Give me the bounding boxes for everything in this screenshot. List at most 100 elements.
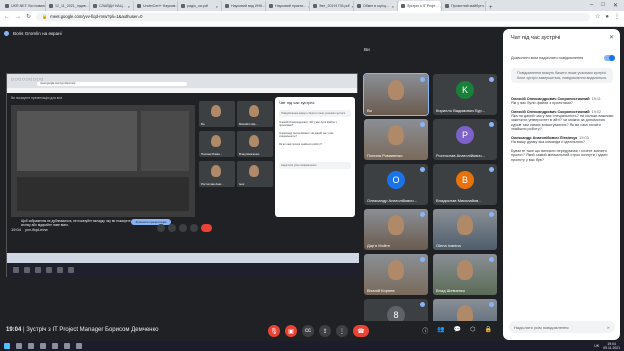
mic-status-icon xyxy=(489,167,494,172)
address-bar-row: ← → ↻ 🔒 meet.google.com/yvv-fiqd-mrw?pli… xyxy=(0,11,624,22)
shared-chat-panel: Чат під час зустрічі Повідомлення можуть… xyxy=(275,97,355,217)
shared-more-icon xyxy=(190,224,198,232)
shared-tabs: ▢ ▢ ▢ ▢ ▢ ▢ ▢ ▢ ▢ xyxy=(11,77,44,81)
browser-tab[interactable]: Науковий практи...× xyxy=(266,1,310,11)
word-icon[interactable] xyxy=(64,343,70,349)
message-text: На вашу думку яка команда є ідеальною? xyxy=(511,139,585,144)
face xyxy=(388,125,404,145)
browser-tab[interactable]: Науковий вид ИНК...× xyxy=(222,1,266,11)
shared-browser-top: ▢ ▢ ▢ ▢ ▢ ▢ ▢ ▢ ▢ meet.google.com/yvv-fi… xyxy=(7,74,357,88)
sender-name: Олексій Олександрович Скоропостижний xyxy=(511,109,590,114)
shared-meet: Ви показуєте презентацію для всіх Щоб зо… xyxy=(7,93,359,253)
mic-status-icon xyxy=(420,122,425,127)
shared-face xyxy=(211,135,221,147)
browser-tab[interactable]: Зустріч з IT Proje...× xyxy=(398,1,442,11)
chat-input[interactable]: Надіслати усім повідомлення ➤ xyxy=(509,321,615,333)
os-taskbar: UK 19:04 09.11.2021 xyxy=(0,341,624,351)
maximize-icon[interactable]: □ xyxy=(601,2,605,9)
windows-start-icon[interactable] xyxy=(4,343,10,349)
participant-tile[interactable]: P Ростислав Анатолійович... xyxy=(433,119,497,160)
profile-icon[interactable]: ● xyxy=(605,14,609,20)
back-icon[interactable]: ← xyxy=(4,14,10,20)
browser-tab[interactable]: Проєктний майбутн...× xyxy=(442,1,486,11)
language-indicator[interactable]: UK xyxy=(594,344,599,348)
chat-message: Буваєте таке що виникли передумови і хоч… xyxy=(511,149,615,163)
participant-tile[interactable]: Дар'я Мойте xyxy=(364,209,428,250)
lock-meeting-icon[interactable]: 🔒 xyxy=(485,326,492,335)
chat-icon[interactable]: 💬 xyxy=(454,326,461,335)
shared-participant-tile: Ви xyxy=(199,101,235,127)
participant-tile[interactable]: Olena Ivanina xyxy=(433,209,497,250)
people-icon[interactable]: 👥 xyxy=(437,326,444,335)
info-icon[interactable]: ⓘ xyxy=(422,326,428,335)
participant-tile[interactable]: Полина Романенко xyxy=(364,119,428,160)
browser-tab[interactable]: UnderCert+ Наукові...× xyxy=(134,1,178,11)
face xyxy=(388,80,404,100)
participant-tile[interactable]: Віталій Корнев xyxy=(364,254,428,295)
avatar: B xyxy=(456,171,474,189)
favicon-icon xyxy=(357,4,361,8)
avatar: K xyxy=(456,81,474,99)
end-call-icon: ☎ xyxy=(357,328,365,335)
forward-icon[interactable]: → xyxy=(15,14,21,20)
end-call-button[interactable]: ☎ xyxy=(353,325,369,337)
browser-tab[interactable]: СЛАЙДИ НАЦ... × xyxy=(90,1,134,11)
star-icon[interactable]: ☆ xyxy=(595,13,600,20)
captions-button[interactable]: cc xyxy=(302,325,314,337)
mic-status-icon xyxy=(489,122,494,127)
mic-status-icon xyxy=(489,77,494,82)
tab-title: радіо_ua.pdf xyxy=(187,4,208,8)
participant-tile[interactable]: K Кирилло Вадимович Бур... xyxy=(433,74,497,115)
shared-code: yvv-fiqd-mrw xyxy=(25,226,48,232)
meet-stage: Boris Gromlin на екрані ▢ ▢ ▢ ▢ ▢ ▢ ▢ ▢ … xyxy=(0,27,500,340)
presenter-bar: Boris Gromlin на екрані xyxy=(4,31,62,36)
shared-participant-tile: Полина Роман... xyxy=(199,131,235,157)
shared-chat-note: Повідомлення можуть бачити лише учасники… xyxy=(279,110,351,117)
search-icon[interactable] xyxy=(16,343,22,349)
browser-tab[interactable]: Звіт_20191735.pdf × xyxy=(310,1,354,11)
participant-tile[interactable]: Влад Шевченко xyxy=(433,254,497,295)
browser-tab[interactable]: 12_11_2021_Індив...× xyxy=(46,1,90,11)
browser-tab[interactable]: Обмін в оцінц... × xyxy=(354,1,398,11)
present-button[interactable]: ⇪ xyxy=(319,325,331,337)
browser-tab[interactable]: UKR.NET: Всі новини× xyxy=(2,1,46,11)
activities-icon[interactable]: ⬡ xyxy=(470,326,475,335)
favicon-icon xyxy=(313,4,317,8)
chrome-icon[interactable] xyxy=(52,343,58,349)
toggle-label: Дозволити всім надсилати повідомлення xyxy=(511,56,584,60)
chat-permission-toggle[interactable] xyxy=(604,55,615,61)
shared-taskbar xyxy=(7,263,359,277)
tab-close-icon[interactable]: × xyxy=(216,4,218,9)
participant-tile[interactable]: B Владислав Миколайов... xyxy=(433,164,497,205)
camera-off-button[interactable]: ▣ xyxy=(285,325,297,337)
url-field[interactable]: 🔒 meet.google.com/yvv-fiqd-mrw?pli=1&aut… xyxy=(36,12,590,21)
close-icon[interactable]: ✕ xyxy=(609,34,614,41)
mic-status-icon xyxy=(420,302,425,307)
shared-chat-line: Як ви самі почати знайшли роботу? xyxy=(279,142,322,146)
telegram-icon[interactable] xyxy=(76,343,82,349)
reload-icon[interactable]: ↻ xyxy=(26,13,31,20)
mic-off-button[interactable]: 🎙 xyxy=(268,325,280,337)
favicon-icon xyxy=(181,4,185,8)
tab-close-icon[interactable]: × xyxy=(392,4,394,9)
favicon-icon xyxy=(269,4,273,8)
participant-tile[interactable]: O Олександр Анатолійович... xyxy=(364,164,428,205)
participant-tile[interactable]: Ви xyxy=(363,73,429,116)
browser-tab[interactable]: радіо_ua.pdf × xyxy=(178,1,222,11)
clock[interactable]: 19:04 09.11.2021 xyxy=(603,342,620,350)
chat-message: Олексій Олександрович Скоропостижний 19:0… xyxy=(511,110,615,132)
close-window-icon[interactable]: ✕ xyxy=(613,2,618,9)
shared-time: 19:04 xyxy=(11,226,22,232)
favicon-icon xyxy=(5,4,9,8)
minimize-icon[interactable]: – xyxy=(590,2,593,9)
tab-close-icon[interactable]: × xyxy=(128,4,130,9)
participant-name: Полина Романенко xyxy=(367,153,403,158)
more-options-button[interactable]: ⋮ xyxy=(336,325,348,337)
explorer-icon[interactable] xyxy=(40,343,46,349)
favicon-icon xyxy=(401,4,405,8)
shared-taskbar-icon xyxy=(46,267,52,273)
taskview-icon[interactable] xyxy=(28,343,34,349)
tab-title: Звіт_20191735.pdf xyxy=(319,4,350,8)
send-icon[interactable]: ➤ xyxy=(607,325,610,330)
menu-icon[interactable]: ⋮ xyxy=(614,13,620,20)
